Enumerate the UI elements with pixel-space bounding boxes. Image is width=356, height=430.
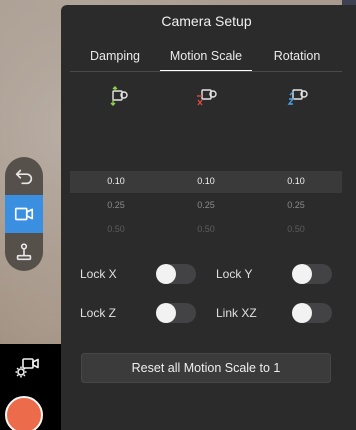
lock-z-toggle[interactable] — [156, 303, 196, 323]
z-scale-value-selected[interactable]: 0.10 — [276, 176, 316, 186]
camera-settings-icon[interactable] — [12, 355, 40, 381]
lock-x-toggle[interactable] — [156, 264, 196, 284]
z-scale-value-option[interactable]: 0.25 — [276, 200, 316, 210]
y-scale-value-selected[interactable]: 0.10 — [96, 176, 136, 186]
lock-z-label: Lock Z — [80, 306, 117, 320]
tab-rotation[interactable]: Rotation — [252, 41, 342, 71]
tab-damping[interactable]: Damping — [70, 41, 160, 71]
link-xz-toggle[interactable] — [292, 303, 332, 323]
x-scale-value-option[interactable]: 0.50 — [186, 224, 226, 234]
video-camera-icon — [14, 207, 34, 221]
tab-bar: Damping Motion Scale Rotation — [70, 41, 342, 72]
joystick-icon — [16, 243, 32, 261]
toggle-knob — [156, 303, 176, 323]
y-scale-value-option[interactable]: 0.50 — [96, 224, 136, 234]
undo-icon — [15, 169, 33, 185]
record-button[interactable] — [5, 396, 43, 430]
axis-z-icon — [287, 89, 308, 105]
z-scale-value-option[interactable]: 0.50 — [276, 224, 316, 234]
lock-x-label: Lock X — [80, 267, 117, 281]
tab-divider — [70, 71, 342, 72]
lock-y-label: Lock Y — [216, 267, 253, 281]
video-camera-button[interactable] — [5, 195, 43, 233]
x-scale-value-option[interactable]: 0.25 — [186, 200, 226, 210]
tab-motion-scale[interactable]: Motion Scale — [160, 41, 252, 72]
undo-button[interactable] — [5, 157, 43, 195]
x-scale-value-selected[interactable]: 0.10 — [186, 176, 226, 186]
panel-title: Camera Setup — [161, 13, 252, 29]
toggle-knob — [156, 264, 176, 284]
link-xz-label: Link XZ — [216, 306, 257, 320]
toggle-knob — [292, 303, 312, 323]
toggle-knob — [292, 264, 312, 284]
y-scale-value-option[interactable]: 0.25 — [96, 200, 136, 210]
left-control-pill — [5, 157, 43, 271]
axis-x-icon — [197, 89, 217, 106]
camera-setup-panel: Camera Setup Damping Motion Scale Rotati… — [61, 5, 356, 430]
axis-y-icon — [110, 86, 128, 106]
joystick-button[interactable] — [5, 233, 43, 271]
reset-motion-scale-button[interactable]: Reset all Motion Scale to 1 — [81, 353, 331, 383]
lock-y-toggle[interactable] — [292, 264, 332, 284]
